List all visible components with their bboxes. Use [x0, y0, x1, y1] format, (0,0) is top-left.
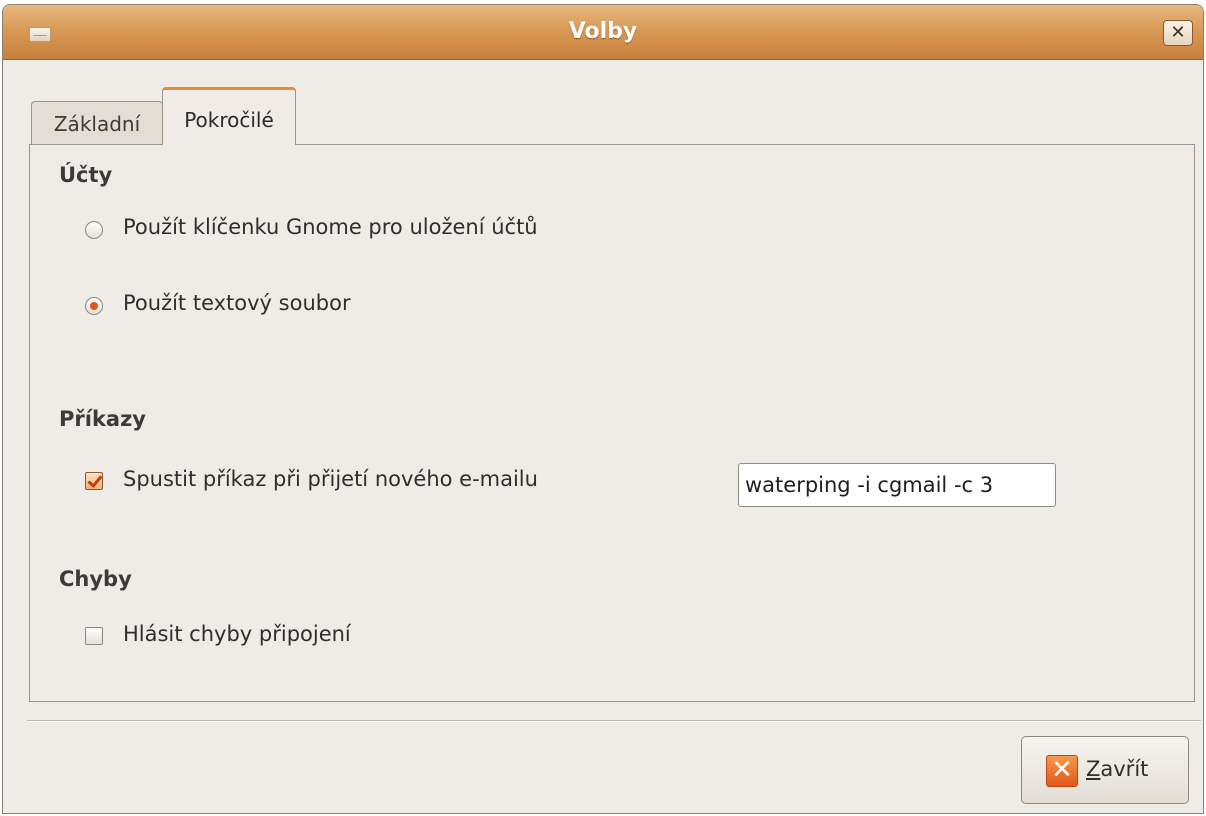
- close-button-mnemonic: Z: [1086, 757, 1101, 781]
- titlebar[interactable]: Volby ✕: [3, 5, 1203, 60]
- section-heading-errors: Chyby: [59, 567, 132, 591]
- tab-pokrocile[interactable]: Pokročilé: [162, 87, 296, 145]
- section-heading-commands: Příkazy: [59, 407, 146, 431]
- report-errors-label[interactable]: Hlásit chyby připojení: [123, 622, 351, 646]
- radio-text-file-label[interactable]: Použít textový soubor: [123, 291, 351, 315]
- close-button[interactable]: ✕ Zavřít: [1021, 736, 1189, 804]
- footer-separator: [27, 720, 1201, 722]
- preferences-window: Volby ✕ Základní Pokročilé Účty Použít k…: [2, 4, 1204, 814]
- radio-gnome-keyring-label[interactable]: Použít klíčenku Gnome pro uložení účtů: [123, 215, 538, 239]
- window-close-button[interactable]: ✕: [1163, 20, 1193, 46]
- run-command-checkbox[interactable]: [85, 472, 103, 490]
- run-command-label[interactable]: Spustit příkaz při přijetí nového e-mail…: [123, 467, 538, 491]
- report-errors-checkbox[interactable]: [85, 627, 103, 645]
- close-x-icon: ✕: [1046, 755, 1078, 787]
- close-button-label: Zavřít: [1086, 757, 1148, 781]
- radio-gnome-keyring[interactable]: [85, 221, 103, 239]
- radio-text-file[interactable]: [85, 297, 103, 315]
- close-icon: ✕: [1170, 22, 1186, 43]
- window-title: Volby: [568, 19, 638, 44]
- section-heading-accounts: Účty: [59, 163, 113, 187]
- command-input[interactable]: waterping -i cgmail -c 3: [738, 463, 1056, 507]
- close-button-label-rest: avřít: [1100, 757, 1149, 781]
- tab-zakladni[interactable]: Základní: [31, 101, 163, 145]
